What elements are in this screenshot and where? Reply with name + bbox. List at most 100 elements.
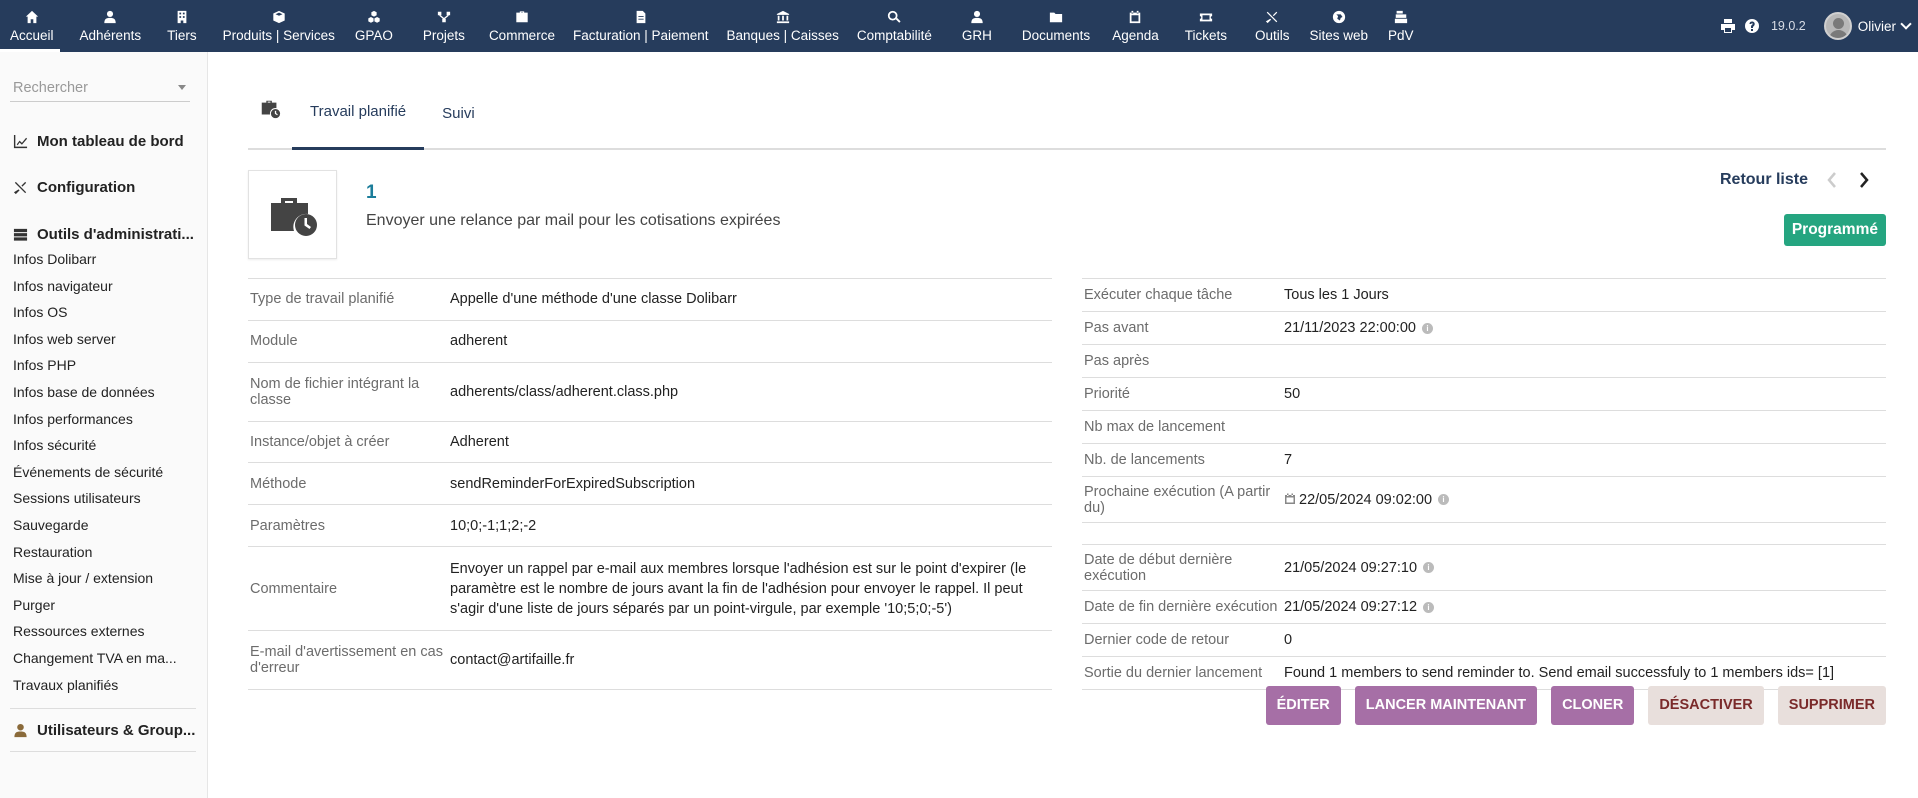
edit-button[interactable]: ÉDITER — [1265, 686, 1341, 725]
sidebar-link-infos-os[interactable]: Infos OS — [0, 299, 196, 326]
field-label: Type de travail planifié — [248, 278, 448, 321]
sidebar-link-sauvegarde[interactable]: Sauvegarde — [0, 512, 196, 539]
menu-comptabilite[interactable]: Comptabilité — [851, 0, 938, 52]
sidebar-link-purger[interactable]: Purger — [0, 592, 196, 619]
menu-projets[interactable]: Projets — [417, 0, 471, 52]
field-label: E-mail d'avertissement en cas d'erreur — [248, 630, 448, 690]
briefcase-clock-icon — [270, 197, 317, 236]
menu-pdv[interactable]: PdV — [1382, 0, 1420, 52]
sidebar-link-travaux-planifies[interactable]: Travaux planifiés — [0, 672, 196, 699]
search-select[interactable]: Rechercher — [10, 80, 190, 102]
sidebar-link-infos-performances[interactable]: Infos performances — [0, 406, 196, 433]
sidebar-link-infos-php[interactable]: Infos PHP — [0, 352, 196, 379]
menu-label: Tiers — [167, 28, 197, 43]
sidebar-link-evenements-securite[interactable]: Événements de sécurité — [0, 459, 196, 486]
menu-tiers[interactable]: Tiers — [161, 0, 203, 52]
disable-button[interactable]: DÉSACTIVER — [1648, 686, 1764, 725]
sidebar-admin-tools-label: Outils d'administrati... — [37, 225, 194, 243]
menu-grh[interactable]: GRH — [956, 0, 998, 52]
sidebar-link-sessions[interactable]: Sessions utilisateurs — [0, 485, 196, 512]
menu-sites-web[interactable]: Sites web — [1304, 0, 1375, 52]
sidebar-link-ressources-externes[interactable]: Ressources externes — [0, 618, 196, 645]
table-row: Date de début dernière exécution 21/05/20… — [1082, 544, 1886, 591]
suitcase-icon — [514, 9, 530, 25]
sidebar-configuration[interactable]: Configuration — [0, 164, 207, 210]
sidebar-link-infos-web-server[interactable]: Infos web server — [0, 326, 196, 353]
calendar-icon — [1285, 493, 1295, 504]
sidebar-link-changement-tva[interactable]: Changement TVA en ma... — [0, 645, 196, 672]
field-label: Prochaine exécution (A partir du) — [1082, 476, 1282, 523]
info-icon[interactable]: i — [1438, 494, 1450, 506]
run-now-button[interactable]: LANCER MAINTENANT — [1354, 686, 1538, 725]
menu-tickets[interactable]: Tickets — [1179, 0, 1233, 52]
avatar[interactable] — [1823, 12, 1852, 40]
tab-travail-planifie[interactable]: Travail planifié — [292, 76, 425, 150]
tab-bar: Travail planifié Suivi — [248, 74, 1886, 150]
menu-label: Outils — [1255, 28, 1290, 43]
object-banner: 1 Envoyer une relance par mail pour les … — [248, 150, 1886, 278]
sidebar-divider — [10, 751, 196, 753]
menu-gpao[interactable]: GPAO — [349, 0, 399, 52]
menu-label: Projets — [422, 28, 465, 43]
folder-icon — [1048, 9, 1064, 25]
field-value — [1282, 410, 1886, 444]
sidebar-dashboard[interactable]: Mon tableau de bord — [0, 118, 207, 164]
clone-button[interactable]: CLONER — [1551, 686, 1635, 725]
table-row: Méthode sendReminderForExpiredSubscriptio… — [248, 462, 1052, 506]
field-label: Priorité — [1082, 377, 1282, 411]
table-row: Dernier code de retour 0 — [1082, 623, 1886, 657]
menu-produits-services[interactable]: Produits | Services — [217, 0, 341, 52]
menu-outils[interactable]: Outils — [1249, 0, 1296, 52]
delete-button[interactable]: SUPPRIMER — [1777, 686, 1886, 725]
right-field-table-execution: Date de début dernière exécution 21/05/20… — [1082, 544, 1886, 690]
field-value: 21/05/2024 09:27:10 — [1284, 559, 1418, 576]
field-value: Envoyer un rappel par e-mail aux membres… — [448, 546, 1052, 632]
menu-facturation-paiement[interactable]: Facturation | Paiement — [567, 0, 715, 52]
user-tie-icon — [969, 9, 985, 25]
sidebar-link-infos-securite[interactable]: Infos sécurité — [0, 432, 196, 459]
menu-documents[interactable]: Documents — [1016, 0, 1096, 52]
action-buttons: ÉDITER LANCER MAINTENANT CLONER DÉSACTIV… — [1265, 686, 1886, 725]
chevron-left-icon[interactable] — [1824, 170, 1840, 190]
menu-commerce[interactable]: Commerce — [483, 0, 561, 52]
field-label: Date de début dernière exécution — [1082, 544, 1282, 591]
print-icon[interactable] — [1719, 17, 1737, 35]
field-value: 21/05/2024 09:27:12 — [1284, 599, 1418, 615]
version-label: 19.0.2 — [1770, 19, 1806, 33]
chevron-down-icon[interactable] — [1900, 18, 1912, 30]
menu-adherents[interactable]: Adhérents — [74, 0, 148, 52]
table-row: Instance/objet à créer Adherent — [248, 421, 1052, 464]
table-row: Prochaine exécution (A partir du) 22/05/2… — [1082, 476, 1886, 523]
field-label: Paramètres — [248, 504, 448, 548]
info-icon[interactable]: i — [1423, 601, 1435, 613]
user-name[interactable]: Olivier — [1858, 19, 1896, 34]
menu-label: PdV — [1388, 28, 1414, 43]
info-icon[interactable]: i — [1423, 562, 1435, 574]
field-value: 10;0;-1;1;2;-2 — [448, 504, 1052, 548]
status-badge: Programmé — [1783, 214, 1886, 246]
sidebar-link-infos-dolibarr[interactable]: Infos Dolibarr — [0, 246, 196, 273]
menu-label: GRH — [961, 28, 992, 43]
menu-accueil[interactable]: Accueil — [0, 0, 60, 52]
info-icon[interactable]: i — [1421, 322, 1433, 334]
sidebar-users-groups[interactable]: Utilisateurs & Group... — [0, 709, 207, 751]
menu-label: Tickets — [1184, 28, 1227, 43]
sidebar-link-mise-a-jour[interactable]: Mise à jour / extension — [0, 565, 196, 592]
sidebar-link-infos-navigateur[interactable]: Infos navigateur — [0, 273, 196, 300]
sidebar-link-infos-bdd[interactable]: Infos base de données — [0, 379, 196, 406]
menu-agenda[interactable]: Agenda — [1106, 0, 1165, 52]
table-row: Nb max de lancement — [1082, 410, 1886, 444]
chevron-right-icon[interactable] — [1856, 170, 1872, 190]
field-label: Pas après — [1082, 344, 1282, 378]
sidebar-link-restauration[interactable]: Restauration — [0, 539, 196, 566]
back-to-list-link[interactable]: Retour liste — [1720, 171, 1808, 189]
globe-icon — [1331, 9, 1347, 25]
field-value: contact@artifaille.fr — [448, 630, 1052, 690]
help-icon[interactable] — [1743, 17, 1761, 35]
search-placeholder: Rechercher — [13, 80, 88, 96]
menu-banques-caisses[interactable]: Banques | Caisses — [721, 0, 845, 52]
field-value: 7 — [1282, 443, 1886, 477]
tab-suivi[interactable]: Suivi — [424, 76, 493, 150]
field-value: adherent — [448, 320, 1052, 363]
chart-line-icon — [12, 133, 29, 150]
